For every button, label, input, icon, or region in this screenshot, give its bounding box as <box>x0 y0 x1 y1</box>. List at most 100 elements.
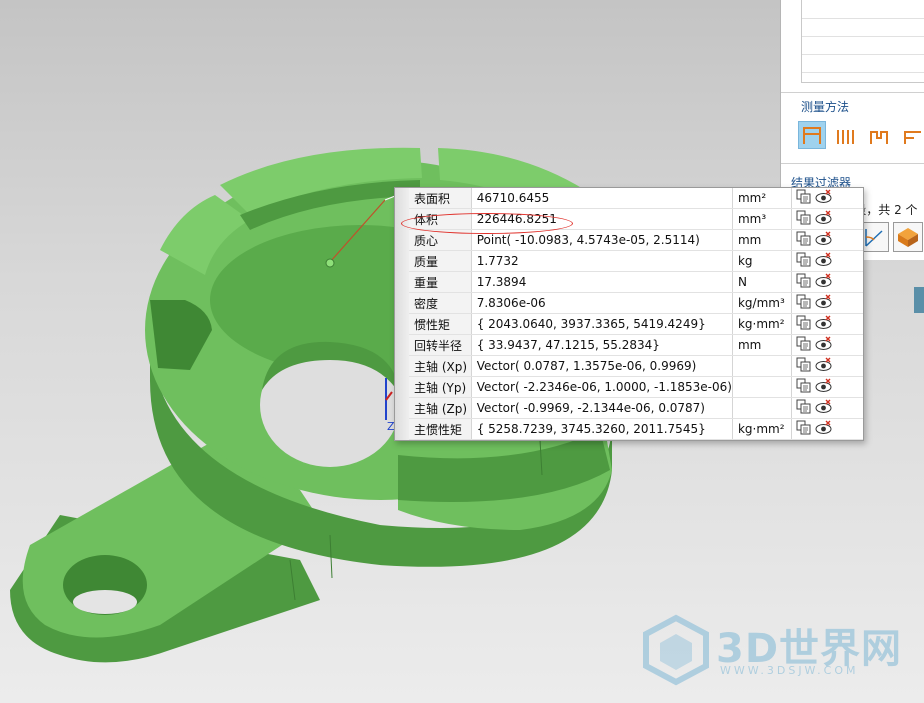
show-result-eye-icon[interactable] <box>815 294 832 309</box>
result-actions <box>791 208 863 230</box>
show-result-eye-icon[interactable] <box>815 420 832 435</box>
measure-method-button-1[interactable] <box>798 121 826 149</box>
result-actions <box>791 188 863 209</box>
result-name: 回转半径 <box>409 334 472 356</box>
measure-method-icon-4 <box>904 131 921 144</box>
measure-method-icon-1 <box>803 127 821 144</box>
filter-solid-button[interactable] <box>893 222 923 252</box>
result-actions <box>791 250 863 272</box>
measurement-results-popup: 表面积 46710.6455 mm² 体积 226446.8251 mm³ 质心 Point(… <box>394 187 864 441</box>
copy-result-icon[interactable] <box>796 252 811 267</box>
show-result-eye-icon[interactable] <box>815 273 832 288</box>
result-name: 体积 <box>409 208 472 230</box>
result-actions <box>791 292 863 314</box>
copy-result-icon[interactable] <box>796 273 811 288</box>
result-value: Vector( 0.0787, 1.3575e-06, 0.9969) <box>471 355 733 377</box>
results-table: 表面积 46710.6455 mm² 体积 226446.8251 mm³ 质心 Point(… <box>409 188 863 440</box>
show-result-eye-icon[interactable] <box>815 399 832 414</box>
show-result-eye-icon[interactable] <box>815 378 832 393</box>
show-result-eye-icon[interactable] <box>815 336 832 351</box>
result-value: Vector( -2.2346e-06, 1.0000, -1.1853e-06… <box>471 376 733 398</box>
result-name: 惯性矩 <box>409 313 472 335</box>
result-actions <box>791 334 863 356</box>
result-actions <box>791 418 863 440</box>
result-name: 重量 <box>409 271 472 293</box>
result-value: 7.8306e-06 <box>471 292 733 314</box>
result-name: 质心 <box>409 229 472 251</box>
result-value: 17.3894 <box>471 271 733 293</box>
result-name: 质量 <box>409 250 472 272</box>
result-unit: N <box>732 271 792 293</box>
result-row[interactable]: 主轴 (Yp) Vector( -2.2346e-06, 1.0000, -1.1… <box>409 376 863 398</box>
measure-method-button-3[interactable] <box>865 121 893 149</box>
copy-result-icon[interactable] <box>796 294 811 309</box>
show-result-eye-icon[interactable] <box>815 357 832 372</box>
result-unit <box>732 376 792 398</box>
result-unit <box>732 355 792 377</box>
result-unit: mm <box>732 229 792 251</box>
result-row[interactable]: 主惯性矩{ 5258.7239, 3745.3260, 2011.7545} kg… <box>409 418 863 440</box>
result-value: Point( -10.0983, 4.5743e-05, 2.5114) <box>471 229 733 251</box>
result-actions <box>791 229 863 251</box>
result-row[interactable]: 质量 1.7732 kg <box>409 250 863 272</box>
result-name: 密度 <box>409 292 472 314</box>
copy-result-icon[interactable] <box>796 399 811 414</box>
result-value: 46710.6455 <box>471 188 733 209</box>
result-unit: kg·mm² <box>732 418 792 440</box>
result-unit: mm <box>732 334 792 356</box>
measurement-list[interactable] <box>801 0 924 83</box>
popup-grip[interactable] <box>395 188 410 440</box>
show-result-eye-icon[interactable] <box>815 315 832 330</box>
show-result-eye-icon[interactable] <box>815 252 832 267</box>
result-unit <box>732 397 792 419</box>
result-row[interactable]: 回转半径{ 33.9437, 47.1215, 55.2834} mm <box>409 334 863 356</box>
show-result-eye-icon[interactable] <box>815 189 832 204</box>
result-row[interactable]: 质心 Point( -10.0983, 4.5743e-05, 2.5114) mm <box>409 229 863 251</box>
result-actions <box>791 376 863 398</box>
copy-result-icon[interactable] <box>796 357 811 372</box>
result-value: 1.7732 <box>471 250 733 272</box>
result-unit: mm³ <box>732 208 792 230</box>
result-actions <box>791 271 863 293</box>
copy-result-icon[interactable] <box>796 315 811 330</box>
result-unit: kg·mm² <box>732 313 792 335</box>
result-row[interactable]: 惯性矩{ 2043.0640, 3937.3365, 5419.4249} kg·… <box>409 313 863 335</box>
result-row[interactable]: 体积 226446.8251 mm³ <box>409 208 863 230</box>
center-of-mass-marker[interactable] <box>325 258 335 268</box>
result-row[interactable]: 主轴 (Zp) Vector( -0.9969, -2.1344e-06, 0.0… <box>409 397 863 419</box>
measure-method-icon-2 <box>837 130 854 144</box>
result-value: { 2043.0640, 3937.3365, 5419.4249} <box>471 313 733 335</box>
result-name: 主惯性矩 <box>409 418 472 440</box>
result-row[interactable]: 重量 17.3894 N <box>409 271 863 293</box>
result-name: 主轴 (Zp) <box>409 397 472 419</box>
measure-method-button-2[interactable] <box>831 121 859 149</box>
result-unit: kg <box>732 250 792 272</box>
result-value: { 5258.7239, 3745.3260, 2011.7545} <box>471 418 733 440</box>
copy-result-icon[interactable] <box>796 378 811 393</box>
result-name: 主轴 (Yp) <box>409 376 472 398</box>
result-unit: kg/mm³ <box>732 292 792 314</box>
show-result-eye-icon[interactable] <box>815 210 832 225</box>
result-name: 主轴 (Xp) <box>409 355 472 377</box>
cube-logo-icon <box>643 614 709 686</box>
filter-solid-icon <box>898 228 918 247</box>
copy-result-icon[interactable] <box>796 336 811 351</box>
watermark: 3D世界网 WWW.3DSJW.COM <box>640 612 910 690</box>
result-row[interactable]: 主轴 (Xp) Vector( 0.0787, 1.3575e-06, 0.996… <box>409 355 863 377</box>
measure-method-title: 测量方法 <box>801 100 850 114</box>
result-actions <box>791 313 863 335</box>
result-unit: mm² <box>732 188 792 209</box>
copy-result-icon[interactable] <box>796 210 811 225</box>
copy-result-icon[interactable] <box>796 189 811 204</box>
show-result-eye-icon[interactable] <box>815 231 832 246</box>
panel-side-button[interactable] <box>914 287 924 313</box>
result-actions <box>791 397 863 419</box>
result-value: { 33.9437, 47.1215, 55.2834} <box>471 334 733 356</box>
copy-result-icon[interactable] <box>796 420 811 435</box>
filter-angle-icon <box>865 229 883 247</box>
result-row[interactable]: 表面积 46710.6455 mm² <box>409 188 863 209</box>
measure-method-button-4[interactable] <box>899 121 924 149</box>
result-row[interactable]: 密度 7.8306e-06 kg/mm³ <box>409 292 863 314</box>
result-value: Vector( -0.9969, -2.1344e-06, 0.0787) <box>471 397 733 419</box>
copy-result-icon[interactable] <box>796 231 811 246</box>
